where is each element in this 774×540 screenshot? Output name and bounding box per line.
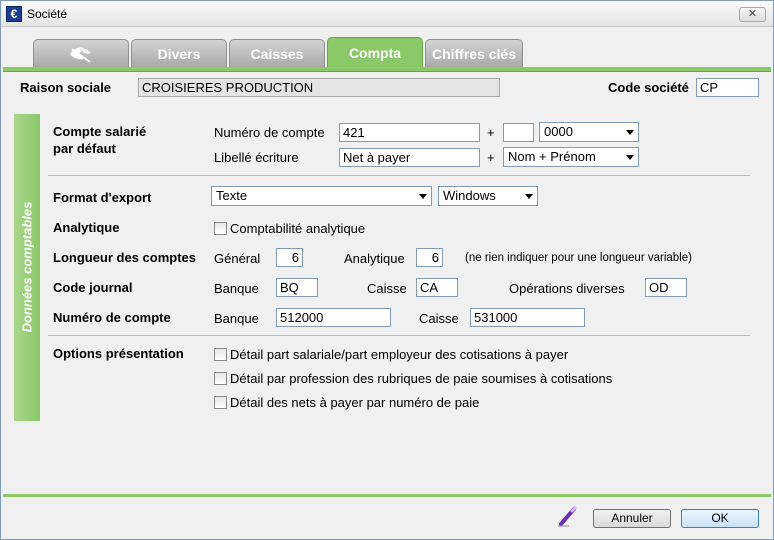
tab-chiffres-cles[interactable]: Chiffres clés <box>425 39 523 67</box>
chevron-down-icon <box>525 194 533 199</box>
analytique-label: Analytique <box>53 220 120 235</box>
libelle-select-value: Nom + Prénom <box>508 149 596 164</box>
numero-compte-section-label: Numéro de compte <box>53 310 171 325</box>
longueur-analytique-field[interactable]: 6 <box>416 248 443 267</box>
compte-banque-label: Banque <box>214 311 259 326</box>
group-side-label: Données comptables <box>19 201 35 333</box>
option-detail-profession-label: Détail par profession des rubriques de p… <box>230 371 613 386</box>
raison-sociale-label: Raison sociale <box>20 80 112 95</box>
group-side-tab: Données comptables <box>14 114 40 421</box>
journal-caisse-label: Caisse <box>367 281 407 296</box>
tab-divers[interactable]: Divers <box>131 39 227 67</box>
options-presentation-label: Options présentation <box>53 346 184 361</box>
pen-icon[interactable] <box>557 505 579 527</box>
journal-banque-field[interactable]: BQ <box>276 278 318 297</box>
ok-button[interactable]: OK <box>681 509 759 528</box>
chevron-down-icon <box>626 155 634 160</box>
cancel-button[interactable]: Annuler <box>593 509 671 528</box>
code-societe-label: Code société <box>608 80 689 95</box>
compte-suffix-value: 0000 <box>544 124 573 139</box>
compte-salarie-label-2: par défaut <box>53 141 116 156</box>
chevron-down-icon <box>419 194 427 199</box>
format-export-select[interactable]: Texte <box>211 186 432 206</box>
platform-value: Windows <box>443 188 496 203</box>
option-detail-part-label: Détail part salariale/part employeur des… <box>230 347 569 362</box>
comptabilite-analytique-checkbox[interactable] <box>214 222 227 235</box>
format-export-value: Texte <box>216 188 248 203</box>
journal-caisse-field[interactable]: CA <box>416 278 458 297</box>
tab-underline <box>3 67 771 72</box>
footer-divider <box>3 494 771 497</box>
option-detail-nets-checkbox[interactable] <box>214 396 227 409</box>
separator <box>48 335 750 336</box>
compte-extra-field[interactable] <box>503 123 534 142</box>
tab-logo[interactable] <box>33 39 129 67</box>
option-detail-part-checkbox[interactable] <box>214 348 227 361</box>
compte-banque-field[interactable]: 512000 <box>276 308 391 327</box>
journal-banque-label: Banque <box>214 281 259 296</box>
libelle-ecriture-field[interactable]: Net à payer <box>339 148 480 167</box>
compte-suffix-select[interactable]: 0000 <box>539 122 639 142</box>
plus-sign: + <box>487 125 495 140</box>
chevron-down-icon <box>626 130 634 135</box>
option-detail-nets-label: Détail des nets à payer par numéro de pa… <box>230 395 480 410</box>
dragonfly-logo-icon <box>70 47 91 64</box>
longueur-general-field[interactable]: 6 <box>276 248 303 267</box>
title-bar[interactable]: € Société ✕ <box>1 1 773 27</box>
separator <box>48 175 750 176</box>
longueur-hint: (ne rien indiquer pour une longueur vari… <box>465 252 692 264</box>
longueur-analytique-label: Analytique <box>344 251 405 266</box>
code-journal-label: Code journal <box>53 280 133 295</box>
compte-caisse-label: Caisse <box>419 311 459 326</box>
libelle-ecriture-label: Libellé écriture <box>214 150 299 165</box>
compte-salarie-label: Compte salarié <box>53 124 147 139</box>
compte-caisse-field[interactable]: 531000 <box>470 308 585 327</box>
societe-window: € Société ✕ Divers Caisses Compta Chiffr… <box>0 0 774 540</box>
libelle-select[interactable]: Nom + Prénom <box>503 147 639 167</box>
longueur-comptes-label: Longueur des comptes <box>53 250 197 265</box>
numero-compte-label: Numéro de compte <box>214 125 325 140</box>
tab-compta[interactable]: Compta <box>327 37 423 67</box>
general-label: Général <box>214 251 261 266</box>
tab-caisses[interactable]: Caisses <box>229 39 325 67</box>
operations-diverses-label: Opérations diverses <box>509 281 625 296</box>
operations-diverses-field[interactable]: OD <box>645 278 687 297</box>
format-export-label: Format d'export <box>53 190 152 205</box>
close-button[interactable]: ✕ <box>739 7 766 22</box>
window-title: Société <box>27 7 68 21</box>
app-euro-icon: € <box>6 6 22 22</box>
platform-select[interactable]: Windows <box>438 186 538 206</box>
dialog-body: Divers Caisses Compta Chiffres clés Rais… <box>1 27 773 539</box>
option-detail-profession-checkbox[interactable] <box>214 372 227 385</box>
comptabilite-analytique-label: Comptabilité analytique <box>230 221 366 236</box>
code-societe-field[interactable]: CP <box>696 78 759 97</box>
raison-sociale-field: CROISIERES PRODUCTION <box>138 78 500 97</box>
plus-sign-2: + <box>487 150 495 165</box>
numero-compte-field[interactable]: 421 <box>339 123 480 142</box>
